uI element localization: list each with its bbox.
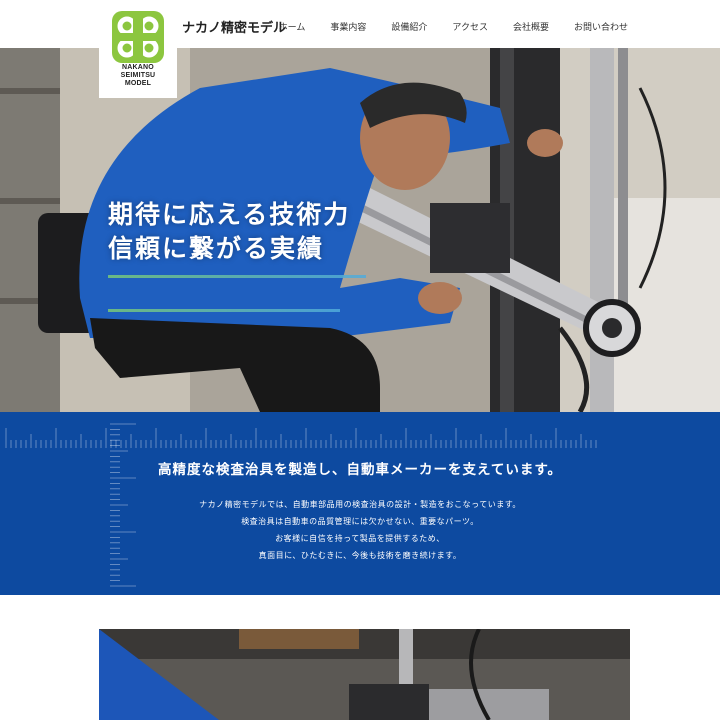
hero-section: 期待に応える技術力 信頼に繋がる実績 [0,48,720,412]
nav-equipment[interactable]: 設備紹介 [391,20,427,33]
logo-line-2: SEIMITSU [120,72,156,79]
nav-company[interactable]: 会社概要 [513,20,549,33]
intro-section: 高精度な検査治具を製造し、自動車メーカーを支えています。 ナカノ精密モデルでは、… [0,412,720,595]
intro-body: ナカノ精密モデルでは、自動車部品用の検査治具の設計・製造をおこなっています。 検… [0,496,720,564]
logo-wordmark: NAKANO SEIMITSU MODEL [99,64,177,88]
workshop-photo-image [99,629,630,720]
intro-line-1: ナカノ精密モデルでは、自動車部品用の検査治具の設計・製造をおこなっています。 [199,500,521,509]
nav-access[interactable]: アクセス [452,20,488,33]
intro-line-4: 真面目に、ひたむきに、今後も技術を磨き続けます。 [258,551,462,560]
main-nav: ホーム 事業内容 設備紹介 アクセス 会社概要 お問い合わせ [254,20,628,33]
workshop-photo [99,629,630,720]
nav-home[interactable]: ホーム [279,20,306,33]
logo-line-1: NAKANO [122,64,154,71]
nav-contact[interactable]: お問い合わせ [574,20,628,33]
hero-underline-1 [108,275,366,278]
site-logo[interactable]: NAKANO SEIMITSU MODEL [99,0,177,98]
intro-line-3: お客様に自信を持って製品を提供するため、 [275,534,445,543]
site-header: NAKANO SEIMITSU MODEL ナカノ精密モデル ホーム 事業内容 … [0,0,720,98]
hero-underline-2 [108,309,340,312]
logo-line-3: MODEL [124,80,152,87]
intro-line-2: 検査治具は自動車の品質管理には欠かせない、重要なパーツ。 [241,517,479,526]
hero-copy: 期待に応える技術力 信頼に繋がる実績 [108,198,350,266]
hero-line-2: 信頼に繋がる実績 [108,234,325,263]
nav-business[interactable]: 事業内容 [330,20,366,33]
logo-icon [112,11,164,63]
hero-line-1: 期待に応える技術力 [108,200,351,229]
intro-title: 高精度な検査治具を製造し、自動車メーカーを支えています。 [158,462,562,478]
